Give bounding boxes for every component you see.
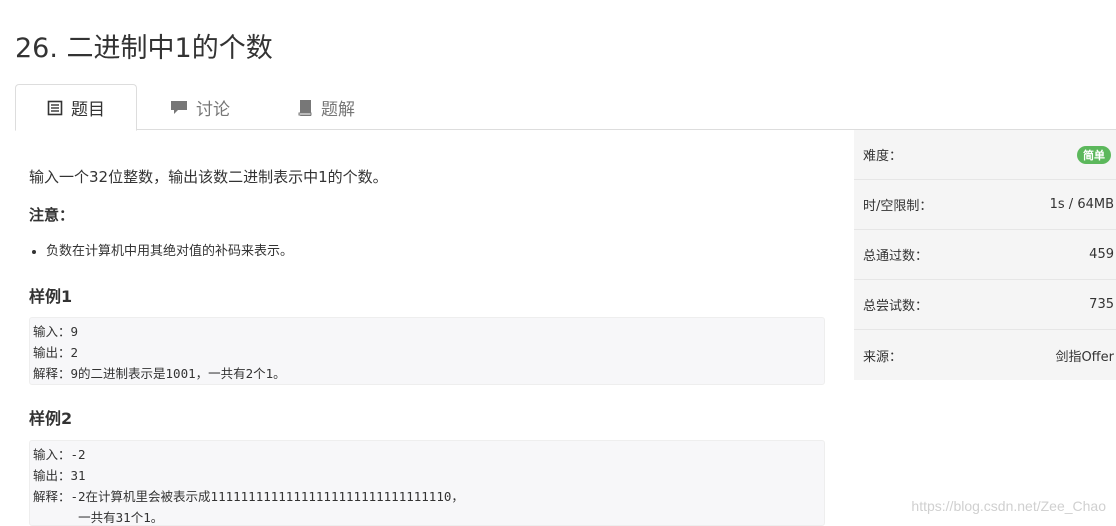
watermark: https://blog.csdn.net/Zee_Chao (911, 498, 1106, 514)
tab-problem[interactable]: 题目 (15, 84, 137, 131)
code-line: 输入：-2 (33, 447, 86, 462)
problem-description: 输入一个32位整数，输出该数二进制表示中1的个数。 (29, 168, 388, 186)
code-line: 输出：2 (33, 345, 79, 360)
sample-2-heading: 样例2 (29, 409, 73, 428)
tab-discussion-label: 讨论 (196, 99, 230, 120)
tab-problem-label: 题目 (71, 100, 105, 120)
attempts-value: 735 (1089, 297, 1114, 312)
accepted-value: 459 (1089, 247, 1114, 262)
accepted-row: 总通过数： 459 (854, 230, 1116, 280)
note-heading: 注意： (29, 206, 75, 224)
code-line: 解释：-2在计算机里会被表示成1111111111111111111111111… (33, 489, 464, 504)
source-value[interactable]: 剑指Offer (1055, 346, 1114, 365)
sample-2-code: 输入：-2 输出：31 解释：-2在计算机里会被表示成111111111111111… (29, 440, 825, 526)
accepted-label: 总通过数： (863, 249, 929, 264)
list-item: 负数在计算机中用其绝对值的补码来表示。 (46, 240, 293, 259)
source-label: 来源： (863, 349, 903, 365)
code-line: 解释：9的二进制表示是1001，一共有2个1。 (33, 366, 286, 381)
book-icon (297, 99, 313, 116)
code-line: 一共有31个1。 (33, 510, 164, 525)
list-icon (47, 100, 63, 116)
page-title: 26. 二进制中1的个数 (15, 33, 273, 64)
tab-discussion[interactable]: 讨论 (170, 84, 230, 130)
difficulty-label: 难度： (863, 149, 903, 164)
limit-label: 时/空限制： (863, 199, 933, 214)
code-line: 输出：31 (33, 468, 86, 483)
difficulty-badge: 简单 (1077, 145, 1111, 164)
tab-solutions-label: 题解 (321, 99, 355, 120)
sample-1-code: 输入：9 输出：2 解释：9的二进制表示是1001，一共有2个1。 (29, 317, 825, 385)
difficulty-row: 难度： 简单 (854, 130, 1116, 180)
attempts-row: 总尝试数： 735 (854, 280, 1116, 330)
problem-info-panel: 难度： 简单 时/空限制： 1s / 64MB 总通过数： 459 总尝试数： … (854, 130, 1116, 380)
limit-row: 时/空限制： 1s / 64MB (854, 180, 1116, 230)
source-row: 来源： 剑指Offer (854, 330, 1116, 380)
sample-1-heading: 样例1 (29, 287, 73, 306)
code-line: 输入：9 (33, 324, 79, 339)
comment-icon (170, 99, 188, 115)
attempts-label: 总尝试数： (863, 299, 929, 314)
limit-value: 1s / 64MB (1049, 197, 1114, 212)
tab-solutions[interactable]: 题解 (297, 84, 355, 130)
note-list: 负数在计算机中用其绝对值的补码来表示。 (29, 240, 293, 259)
